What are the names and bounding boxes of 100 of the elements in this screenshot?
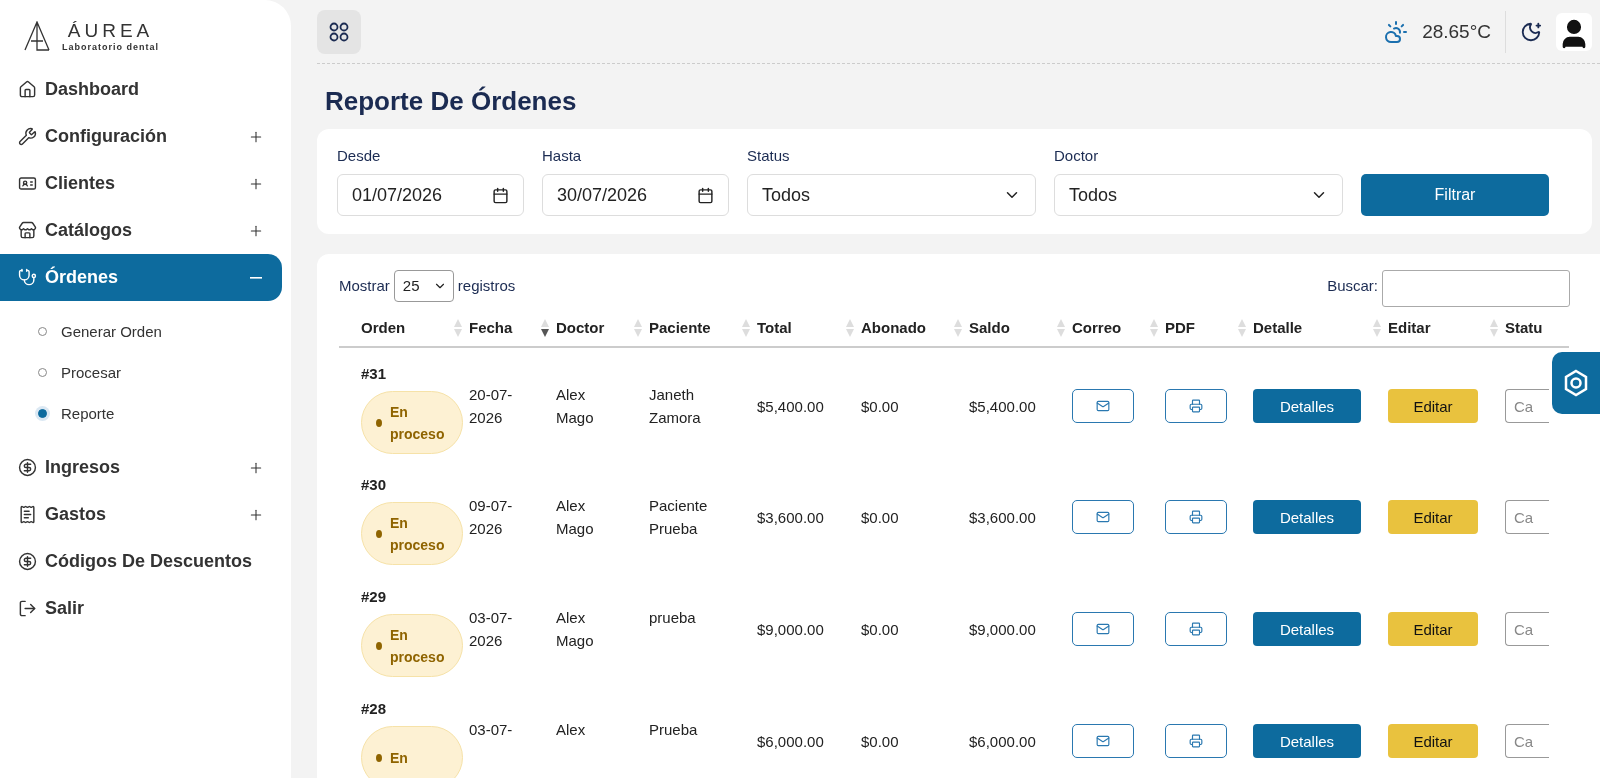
email-button[interactable] [1072, 389, 1134, 423]
print-button[interactable] [1165, 612, 1227, 646]
column-header[interactable]: Detalle [1253, 309, 1388, 347]
column-header[interactable]: PDF [1165, 309, 1253, 347]
patient-cell-text: Prueba [649, 720, 699, 740]
submenu-item[interactable]: Reporte [38, 393, 291, 434]
sidebar-item[interactable]: Configuración [0, 113, 282, 160]
column-header[interactable]: Saldo [969, 309, 1072, 347]
details-button[interactable]: Detalles [1253, 389, 1361, 423]
sidebar-item[interactable]: Ingresos [0, 444, 282, 491]
sort-icon [633, 317, 643, 338]
details-button[interactable]: Detalles [1253, 724, 1361, 758]
doctor-cell-text: Alex Mago [556, 496, 595, 539]
column-header[interactable]: Abonado [861, 309, 969, 347]
column-header[interactable]: Paciente [649, 309, 757, 347]
print-button[interactable] [1165, 389, 1227, 423]
status-button[interactable]: Ca [1505, 500, 1549, 534]
sort-icon [1372, 317, 1382, 338]
column-header[interactable]: Editar [1388, 309, 1505, 347]
balance-cell-text: $3,600.00 [969, 508, 1037, 528]
sort-icon [953, 317, 963, 338]
sidebar-item[interactable]: Gastos [0, 491, 282, 538]
edit-button[interactable]: Editar [1388, 389, 1478, 423]
status-badge: En proceso [361, 502, 463, 565]
email-button[interactable] [1072, 500, 1134, 534]
column-header[interactable]: Orden [339, 309, 469, 347]
doctor-cell-text: Alex [556, 720, 587, 740]
select-field[interactable]: Todos [747, 174, 1036, 216]
status-button[interactable]: Ca [1505, 389, 1549, 423]
user-avatar[interactable] [1556, 12, 1592, 51]
submenu-item[interactable]: Generar Orden [38, 311, 291, 352]
details-button[interactable]: Detalles [1253, 500, 1361, 534]
house-icon [18, 80, 37, 99]
dollar-icon [18, 458, 37, 477]
sort-icon [540, 317, 550, 338]
total-cell-text: $9,000.00 [757, 620, 825, 640]
mail-icon [1096, 622, 1110, 636]
mail-icon [1096, 399, 1110, 413]
patient-cell-text: Janeth Zamora [649, 385, 702, 428]
filter-button[interactable]: Filtrar [1361, 174, 1549, 216]
sort-icon [741, 317, 751, 338]
select-field[interactable]: Todos [1054, 174, 1343, 216]
length-label: registros [457, 277, 516, 294]
search-field[interactable] [1382, 270, 1570, 307]
minus-icon [250, 276, 262, 279]
submenu-item[interactable]: Procesar [38, 352, 291, 393]
column-header[interactable]: Correo [1072, 309, 1165, 347]
column-header[interactable]: Statu [1505, 309, 1569, 347]
print-button[interactable] [1165, 500, 1227, 534]
sort-icon [1149, 317, 1159, 338]
sort-icon [453, 317, 463, 338]
sort-icon [845, 317, 855, 338]
status-button[interactable]: Ca [1505, 724, 1549, 758]
submenu-label: Generar Orden [61, 323, 162, 340]
printer-icon [1189, 399, 1203, 413]
sidebar-item[interactable]: Órdenes [0, 254, 282, 301]
date-field[interactable]: 30/07/2026 [542, 174, 729, 216]
settings-button[interactable] [1552, 352, 1600, 414]
order-number: #31 [361, 364, 388, 384]
details-button[interactable]: Detalles [1253, 612, 1361, 646]
total-cell-text: $6,000.00 [757, 732, 825, 752]
total-cell-text: $5,400.00 [757, 397, 825, 417]
logo-icon [24, 21, 50, 51]
date-field[interactable]: 01/07/2026 [337, 174, 524, 216]
email-button[interactable] [1072, 612, 1134, 646]
column-header[interactable]: Total [757, 309, 861, 347]
date-cell-text: 09-07-2026 [469, 496, 514, 539]
column-header[interactable]: Doctor [556, 309, 649, 347]
sidebar-item[interactable]: Dashboard [0, 66, 282, 113]
field-label: Doctor [1054, 147, 1100, 164]
temperature: 28.65°C [1422, 20, 1491, 43]
status-button[interactable]: Ca [1505, 612, 1549, 646]
edit-button[interactable]: Editar [1388, 500, 1478, 534]
edit-button[interactable]: Editar [1388, 612, 1478, 646]
page-length-select[interactable]: 25 [393, 269, 454, 302]
logout-icon [18, 599, 37, 618]
mail-icon [1096, 734, 1110, 748]
calendar-icon [697, 186, 714, 204]
balance-cell-text: $5,400.00 [969, 397, 1037, 417]
paid-cell-text: $0.00 [861, 397, 900, 417]
doctor-cell-text: Alex Mago [556, 608, 595, 651]
printer-icon [1189, 622, 1203, 636]
order-number: #30 [361, 475, 388, 495]
print-button[interactable] [1165, 724, 1227, 758]
store-icon [18, 221, 37, 240]
email-button[interactable] [1072, 724, 1134, 758]
receipt-icon [18, 505, 37, 524]
length-label: Mostrar [339, 277, 390, 294]
field-label: Desde [337, 147, 382, 164]
sidebar-item[interactable]: Clientes [0, 160, 282, 207]
sidebar-item[interactable]: Catálogos [0, 207, 282, 254]
apps-grid-button[interactable] [317, 9, 361, 54]
sidebar-item[interactable]: Códigos De Descuentos [0, 538, 282, 585]
column-header[interactable]: Fecha [469, 309, 556, 347]
paid-cell-text: $0.00 [861, 508, 900, 528]
doctor-cell-text: Alex Mago [556, 385, 595, 428]
sidebar-item[interactable]: Salir [0, 585, 282, 632]
edit-button[interactable]: Editar [1388, 724, 1478, 758]
search-label: Buscar: [1327, 277, 1378, 294]
dark-mode-icon[interactable] [1520, 20, 1542, 43]
